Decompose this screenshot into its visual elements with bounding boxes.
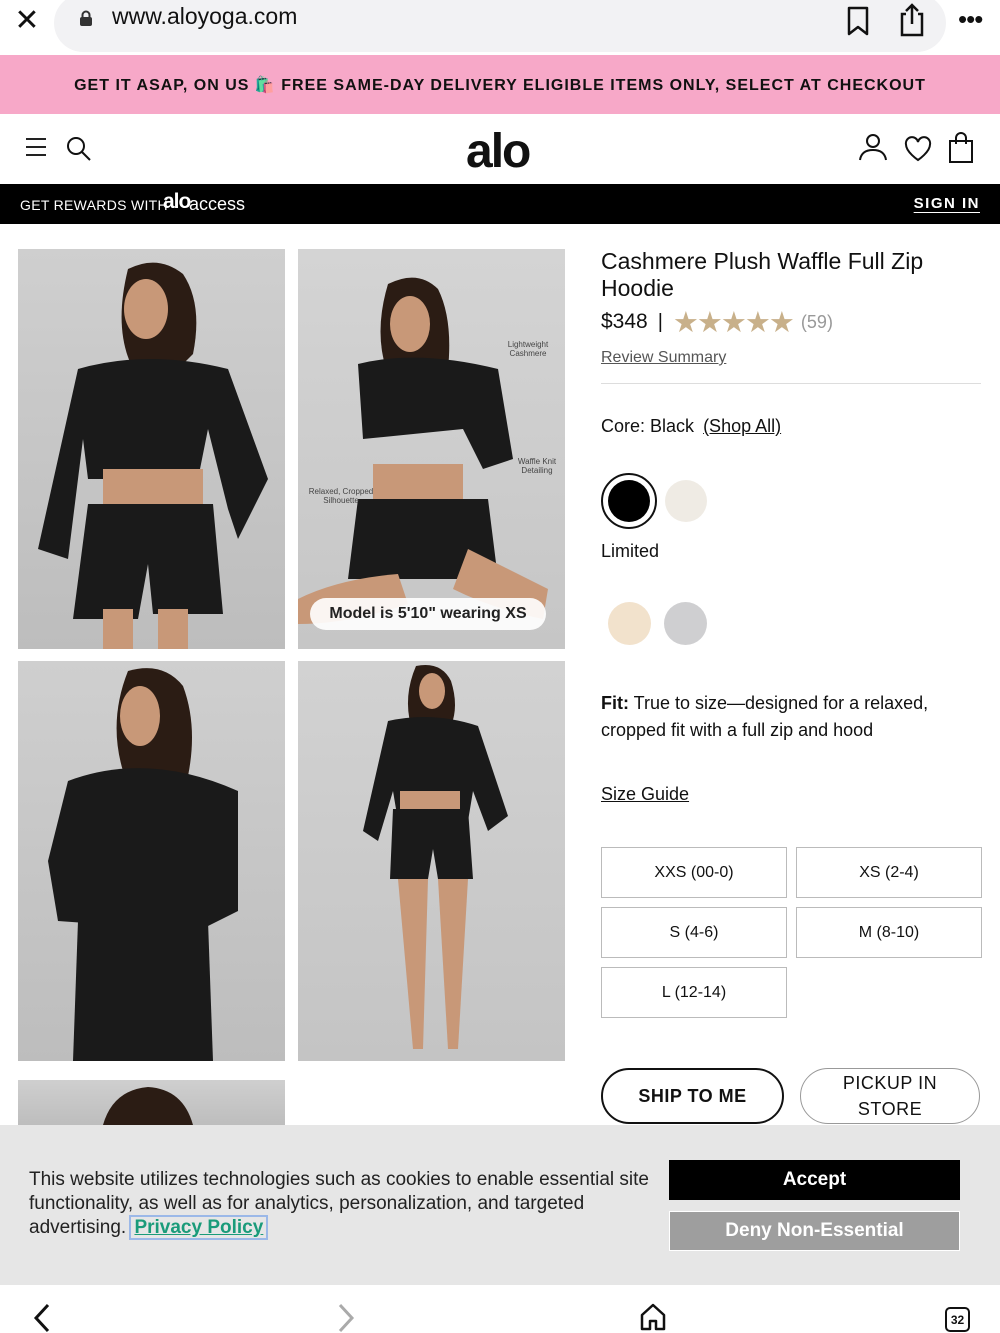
- product-price: $348: [601, 310, 648, 333]
- cookie-text: This website utilizes technologies such …: [29, 1169, 649, 1238]
- url-text: www.aloyoga.com: [112, 3, 298, 29]
- promo-banner[interactable]: GET IT ASAP, ON US 🛍️ FREE SAME-DAY DELI…: [0, 55, 1000, 114]
- color-label: Core: Black (Shop All): [601, 416, 781, 437]
- model-photo-partial: [103, 1087, 193, 1125]
- callout-relaxed-silhouette: Relaxed, Cropped Silhouette: [308, 487, 374, 505]
- size-option-l[interactable]: L (12-14): [601, 967, 787, 1018]
- model-photo-full-length: [363, 665, 508, 1049]
- search-icon[interactable]: [66, 136, 92, 162]
- accept-cookies-button[interactable]: Accept: [669, 1160, 960, 1200]
- ship-to-me-button[interactable]: SHIP TO ME: [601, 1068, 784, 1124]
- cookie-consent-banner: This website utilizes technologies such …: [0, 1125, 1000, 1285]
- shop-all-link[interactable]: (Shop All): [703, 416, 781, 436]
- alo-access-logo[interactable]: alo: [163, 190, 191, 214]
- back-arrow-icon[interactable]: [32, 1303, 52, 1333]
- product-image-3[interactable]: [18, 661, 285, 1061]
- promo-text: GET IT ASAP, ON US 🛍️ FREE SAME-DAY DELI…: [74, 76, 926, 94]
- model-photo-front: [38, 262, 268, 649]
- forward-arrow-icon[interactable]: [336, 1303, 356, 1333]
- access-label: access: [189, 194, 246, 214]
- callout-lightweight-cashmere: Lightweight Cashmere: [507, 340, 549, 358]
- size-option-m[interactable]: M (8-10): [796, 907, 982, 958]
- cookie-message: This website utilizes technologies such …: [29, 1168, 649, 1240]
- model-photo-back: [48, 668, 238, 1061]
- review-count[interactable]: (59): [801, 312, 833, 333]
- browser-bottom-bar: 32: [0, 1285, 1000, 1333]
- tabs-count-icon[interactable]: 32: [945, 1307, 970, 1332]
- size-option-xs[interactable]: XS (2-4): [796, 847, 982, 898]
- site-header: alo: [0, 114, 1000, 184]
- review-summary-link[interactable]: Review Summary: [601, 349, 726, 367]
- divider: [601, 383, 981, 384]
- product-image-4[interactable]: [298, 661, 565, 1061]
- swatch-grey[interactable]: [664, 602, 707, 645]
- home-icon[interactable]: [640, 1303, 666, 1331]
- wishlist-heart-icon[interactable]: [904, 136, 932, 162]
- fit-label: Fit:: [601, 693, 629, 713]
- share-icon[interactable]: [898, 2, 926, 38]
- fit-description: Fit: True to size—designed for a relaxed…: [601, 690, 981, 744]
- product-image-1[interactable]: [18, 249, 285, 649]
- size-option-xxs[interactable]: XXS (00-0): [601, 847, 787, 898]
- price-rating-row: $348 | ★★★★★ (59): [601, 307, 833, 339]
- rewards-bar: GET REWARDS WITH alo access SIGN IN: [0, 184, 1000, 224]
- size-guide-link[interactable]: Size Guide: [601, 784, 689, 805]
- alo-logo[interactable]: alo: [466, 124, 531, 179]
- close-icon[interactable]: ✕: [12, 6, 42, 36]
- limited-label: Limited: [601, 541, 660, 561]
- browser-toolbar: ✕ www.aloyoga.com •••: [0, 0, 1000, 55]
- price-separator: |: [657, 310, 663, 333]
- fit-text: True to size—designed for a relaxed, cro…: [601, 693, 929, 740]
- swatch-black-selected[interactable]: [601, 473, 657, 529]
- model-size-badge: Model is 5'10" wearing XS: [310, 598, 546, 630]
- swatch-cream[interactable]: [608, 602, 651, 645]
- pickup-in-store-button[interactable]: PICKUP IN STORE: [800, 1068, 980, 1124]
- shopping-bag-icon[interactable]: [948, 132, 974, 164]
- product-image-2[interactable]: Lightweight Cashmere Waffle Knit Detaili…: [298, 249, 565, 649]
- account-icon[interactable]: [858, 132, 888, 162]
- product-title: Cashmere Plush Waffle Full Zip Hoodie: [601, 248, 924, 301]
- sign-in-link[interactable]: SIGN IN: [914, 195, 980, 212]
- swatch-ivory[interactable]: [665, 480, 707, 522]
- rewards-text: GET REWARDS WITH: [20, 197, 168, 213]
- size-option-s[interactable]: S (4-6): [601, 907, 787, 958]
- product-image-5[interactable]: [18, 1080, 285, 1125]
- bookmark-icon[interactable]: [846, 6, 870, 36]
- star-rating-icons: ★★★★★: [672, 306, 795, 339]
- more-options-icon[interactable]: •••: [958, 6, 983, 32]
- lock-icon: [80, 10, 92, 26]
- callout-waffle-knit: Waffle Knit Detailing: [517, 457, 557, 475]
- deny-non-essential-button[interactable]: Deny Non-Essential: [669, 1211, 960, 1251]
- hamburger-menu-icon[interactable]: [26, 138, 46, 156]
- privacy-policy-link[interactable]: Privacy Policy: [129, 1215, 269, 1240]
- color-name: Core: Black: [601, 416, 695, 436]
- model-photo-seated: [298, 277, 548, 624]
- address-bar[interactable]: www.aloyoga.com: [54, 0, 946, 52]
- pickup-label: PICKUP IN STORE: [842, 1073, 938, 1119]
- rating-stars[interactable]: ★★★★★: [672, 305, 795, 340]
